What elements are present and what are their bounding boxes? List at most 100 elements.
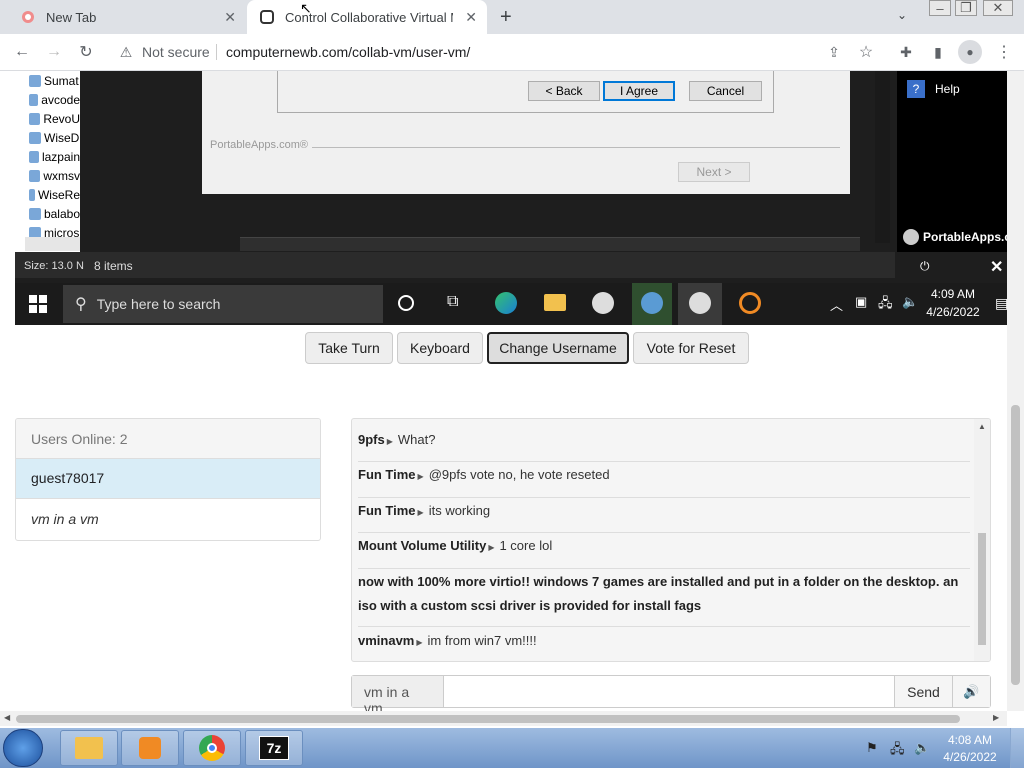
page-horizontal-scrollbar[interactable]: ◀ ▶ <box>0 711 1007 726</box>
tray-volume-icon[interactable]: 🔈 <box>914 740 930 756</box>
user-list-item[interactable]: vm in a vm <box>16 499 320 539</box>
main-hscroll[interactable] <box>240 237 860 251</box>
chat-arrow-icon: ▶ <box>488 543 495 552</box>
scroll-up-icon[interactable]: ▲ <box>978 422 986 431</box>
list-item[interactable]: lazpain <box>15 147 80 166</box>
host-clock-time[interactable]: 4:08 AM <box>938 733 1002 747</box>
vm-screen[interactable]: Sumat avcode RevoU WiseD lazpain wxmsv W… <box>15 71 1007 325</box>
back-arrow-icon[interactable]: ← <box>12 42 32 62</box>
take-turn-button[interactable]: Take Turn <box>305 332 393 364</box>
taskbar-search-box[interactable]: ⚲ Type here to search <box>63 285 383 323</box>
help-link[interactable]: Help <box>935 82 960 96</box>
media-app-button[interactable] <box>121 730 179 766</box>
address-bar[interactable]: computernewb.com/collab-vm/user-vm/ <box>226 44 470 60</box>
notification-icon[interactable]: ▤ <box>995 295 1007 312</box>
task-view-icon[interactable]: ⧉ <box>447 293 458 311</box>
warning-icon[interactable]: ⚠ <box>116 42 136 62</box>
chat-arrow-icon: ▶ <box>416 638 423 647</box>
explorer-hscroll[interactable] <box>25 237 80 251</box>
portableapps-menu: ? Help PortableApps.c <box>897 71 1007 252</box>
power-icon[interactable]: ⏻ <box>920 259 930 274</box>
back-button[interactable]: < Back <box>528 81 600 101</box>
list-item[interactable]: wxmsv <box>15 166 80 185</box>
windows-start-icon[interactable] <box>29 295 47 313</box>
network-icon[interactable]: 🖧 <box>878 294 893 316</box>
close-tab-icon[interactable]: ✕ <box>224 9 236 26</box>
agree-button[interactable]: I Agree <box>603 81 675 101</box>
show-desktop-button[interactable] <box>1010 728 1024 768</box>
forward-arrow-icon[interactable]: → <box>44 42 64 62</box>
next-button[interactable]: Next > <box>678 162 750 182</box>
vm-clock-time[interactable]: 4:09 AM <box>929 287 977 301</box>
minimize-button[interactable]: – <box>929 0 951 16</box>
chat-scroll-thumb[interactable] <box>978 533 986 645</box>
divider <box>312 147 840 148</box>
search-placeholder: Type here to search <box>96 296 221 312</box>
cancel-button[interactable]: Cancel <box>689 81 762 101</box>
chat-scrollbar[interactable]: ▲ <box>974 419 990 661</box>
search-tool-icon[interactable] <box>739 292 761 314</box>
side-panel-icon[interactable]: ▮ <box>928 42 948 62</box>
list-item[interactable]: RevoU <box>15 109 80 128</box>
list-item[interactable]: avcode <box>15 90 80 109</box>
vote-reset-button[interactable]: Vote for Reset <box>633 332 749 364</box>
tray-flag-icon[interactable]: ⚑ <box>866 740 878 756</box>
steam-icon[interactable] <box>592 292 614 314</box>
share-icon[interactable]: ⇪ <box>824 42 844 62</box>
send-button[interactable]: Send <box>894 676 952 707</box>
explorer-app-button[interactable] <box>60 730 118 766</box>
restore-button[interactable]: ❐ <box>955 0 977 16</box>
speaker-icon[interactable]: 🔊 <box>952 676 990 707</box>
new-tab-icon <box>20 9 36 25</box>
close-window-button[interactable]: ✕ <box>983 0 1013 16</box>
7zip-app-button[interactable]: 7z <box>245 730 303 766</box>
tray-network-icon[interactable]: 🖧 <box>890 740 905 762</box>
list-item[interactable]: WiseD <box>15 128 80 147</box>
close-icon[interactable]: ✕ <box>990 257 1003 277</box>
not-secure-label[interactable]: Not secure <box>142 44 210 60</box>
list-item[interactable]: balabo <box>15 204 80 223</box>
list-item[interactable]: WiseRe <box>15 185 80 204</box>
profile-avatar-icon[interactable]: ● <box>958 40 982 64</box>
page-vertical-scrollbar[interactable] <box>1007 71 1024 711</box>
tab-collab-vm[interactable]: Control Collaborative Virtual Ma ✕ <box>247 0 487 34</box>
tab-search-chevron-icon[interactable]: ⌄ <box>897 8 907 22</box>
file-icon <box>29 188 35 201</box>
tray-chevron-icon[interactable]: ︿ <box>830 295 843 314</box>
scroll-left-icon[interactable]: ◀ <box>4 713 10 722</box>
disc-app-icon <box>689 292 711 314</box>
vm-clock-date[interactable]: 4/26/2022 <box>925 305 981 319</box>
chat-text: its working <box>428 503 491 518</box>
cortana-icon[interactable] <box>398 295 414 311</box>
tab-new-tab[interactable]: New Tab ✕ <box>8 0 246 34</box>
close-tab-icon[interactable]: ✕ <box>465 9 477 26</box>
file-explorer-list: Sumat avcode RevoU WiseD lazpain wxmsv W… <box>15 71 80 252</box>
status-size: Size: 13.0 N <box>24 260 84 272</box>
keyboard-button[interactable]: Keyboard <box>397 332 483 364</box>
list-item[interactable]: Sumat <box>15 71 80 90</box>
chat-username-label: vm in a vm <box>352 676 444 716</box>
menu-kebab-icon[interactable]: ⋮ <box>994 42 1014 62</box>
file-explorer-icon[interactable] <box>544 294 566 311</box>
taskbar-app-active[interactable] <box>632 283 672 325</box>
reload-icon[interactable]: ↻ <box>76 42 96 62</box>
menu-vscroll[interactable] <box>875 71 890 243</box>
extensions-puzzle-icon[interactable]: ✚ <box>896 42 916 62</box>
tray-device-icon[interactable]: ▣ <box>855 294 867 310</box>
host-clock-date[interactable]: 4/26/2022 <box>938 750 1002 764</box>
user-list-item[interactable]: guest78017 <box>16 459 320 499</box>
page-scroll-thumb[interactable] <box>1011 405 1020 685</box>
bookmark-star-icon[interactable]: ☆ <box>856 42 876 62</box>
new-tab-button[interactable]: + <box>500 6 512 29</box>
search-icon: ⚲ <box>75 296 87 313</box>
chat-message-input[interactable] <box>444 676 894 707</box>
change-username-button[interactable]: Change Username <box>487 332 629 364</box>
volume-muted-icon[interactable]: 🔈 <box>902 294 918 310</box>
edge-icon[interactable] <box>495 292 517 314</box>
taskbar-app-hover[interactable] <box>678 283 722 325</box>
start-orb-icon[interactable] <box>3 729 43 767</box>
help-icon[interactable]: ? <box>907 80 925 98</box>
page-hscroll-thumb[interactable] <box>16 715 960 723</box>
chrome-app-button[interactable] <box>183 730 241 766</box>
scroll-right-icon[interactable]: ▶ <box>993 713 999 722</box>
